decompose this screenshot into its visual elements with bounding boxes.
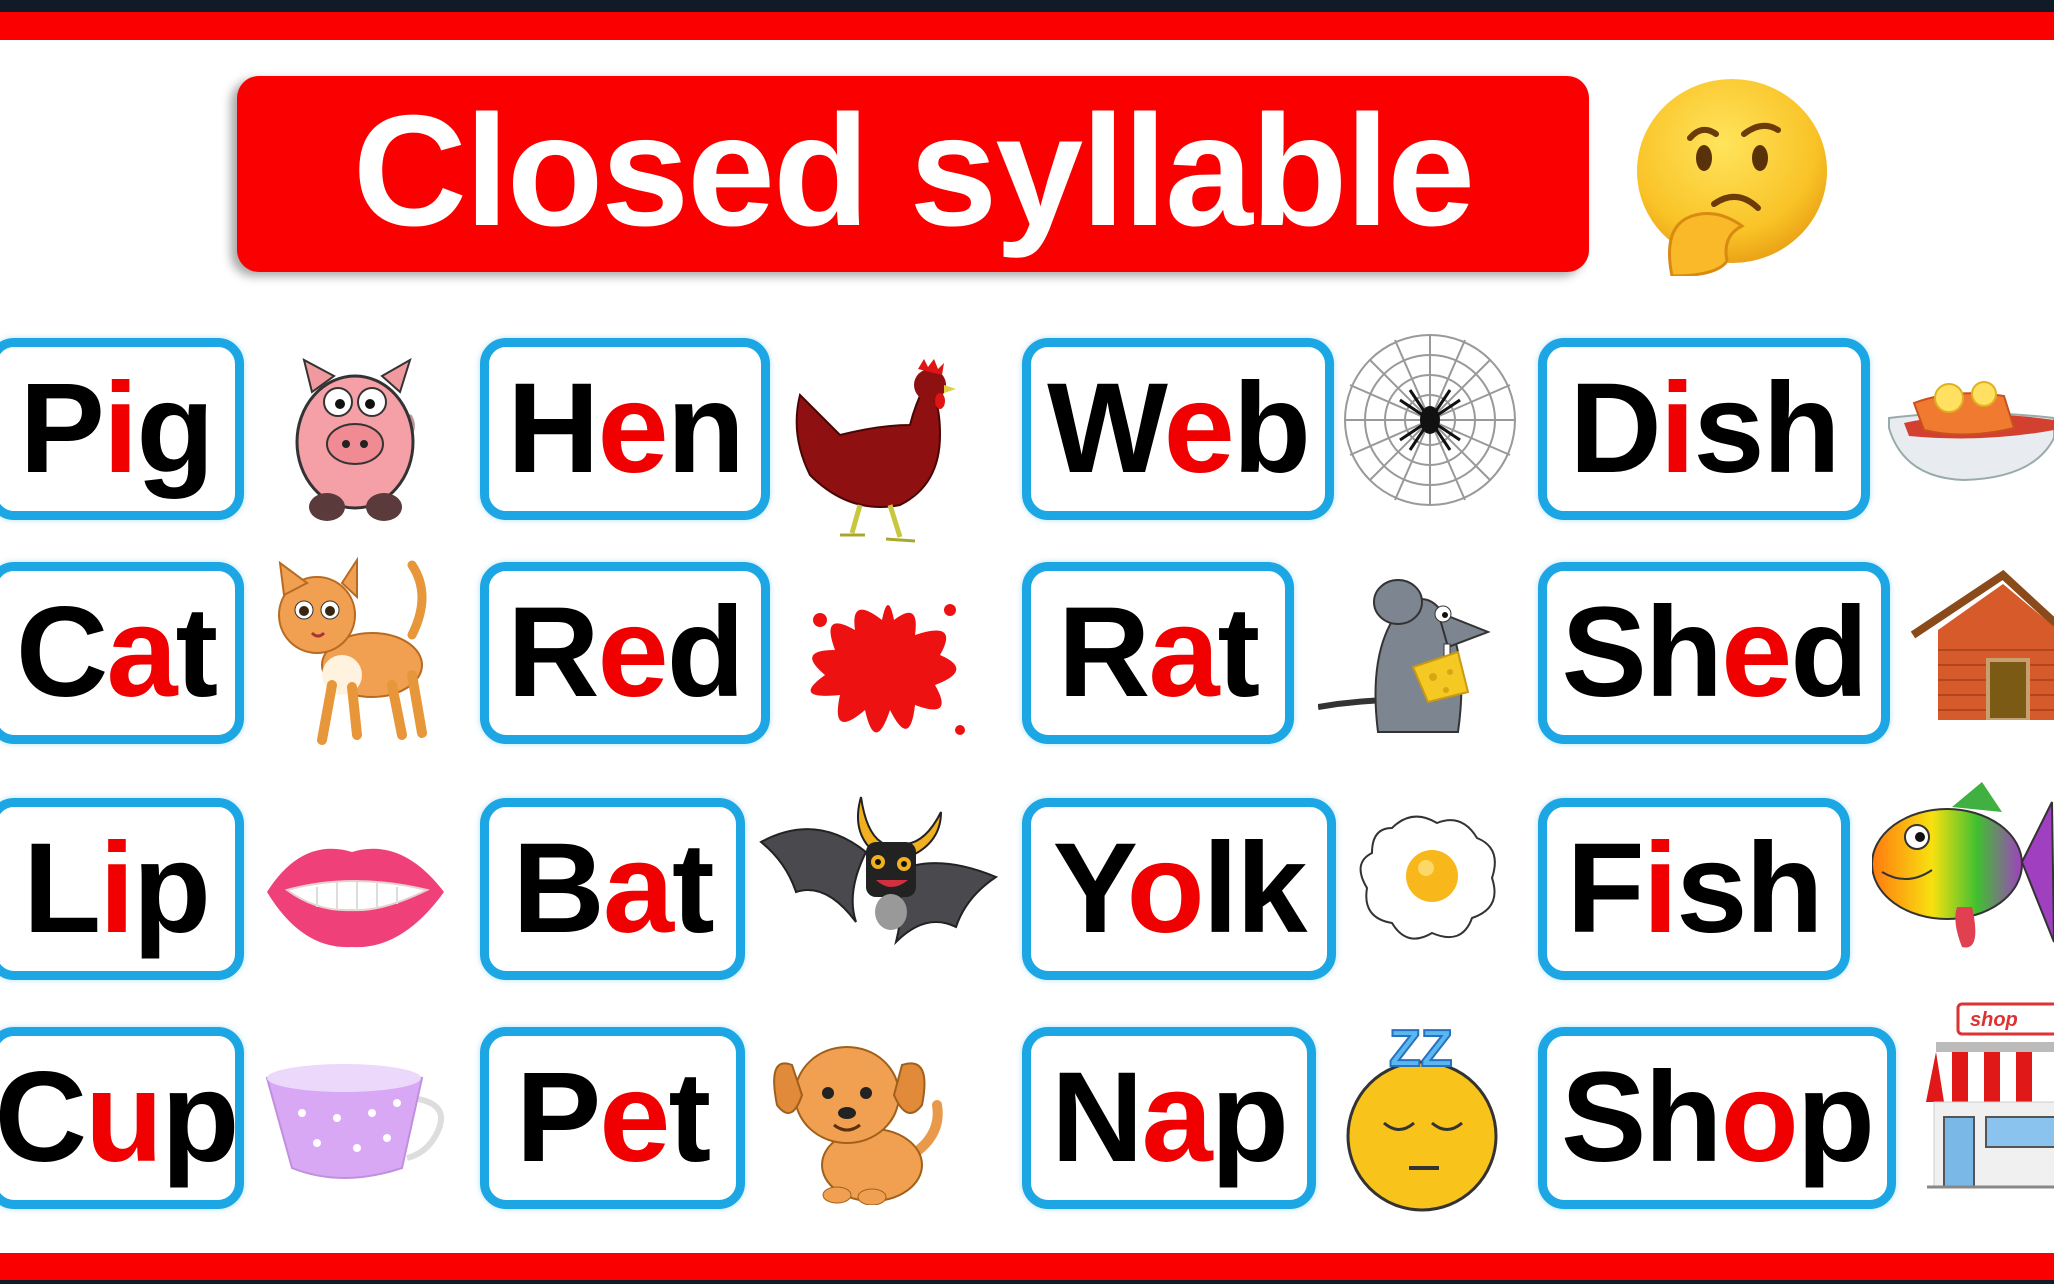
word-card-shop: Shop xyxy=(1538,1027,1896,1209)
word-card-lip: Lip xyxy=(0,798,244,980)
word-card-cat: Cat xyxy=(0,562,244,744)
word-card-dish: Dish xyxy=(1538,338,1870,520)
word-card-shed: Shed xyxy=(1538,562,1890,744)
shop-icon: shop xyxy=(1922,1002,2054,1194)
word-web: Web xyxy=(1047,357,1311,500)
word-card-rat: Rat xyxy=(1022,562,1294,744)
word-cat: Cat xyxy=(15,581,218,724)
word-card-hen: Hen xyxy=(480,338,770,520)
svg-text:shop: shop xyxy=(1970,1009,2018,1031)
word-pig: Pig xyxy=(19,357,214,500)
lips-icon xyxy=(262,832,447,952)
word-shed: Shed xyxy=(1561,581,1869,724)
red-splash-icon xyxy=(790,580,975,755)
cup-icon xyxy=(262,1058,452,1183)
word-card-web: Web xyxy=(1022,338,1334,520)
cat-icon xyxy=(262,555,452,745)
word-card-red: Red xyxy=(480,562,770,744)
fish-icon xyxy=(1872,782,2054,957)
word-cup: Cup xyxy=(0,1046,239,1189)
word-fish: Fish xyxy=(1566,817,1823,960)
dish-icon xyxy=(1884,368,2054,488)
word-card-pig: Pig xyxy=(0,338,244,520)
hen-icon xyxy=(790,355,965,555)
rat-icon xyxy=(1318,572,1503,757)
thinking-face-icon xyxy=(1632,76,1832,276)
top-red-stripe xyxy=(0,12,2054,40)
word-card-pet: Pet xyxy=(480,1027,745,1209)
bottom-red-stripe xyxy=(0,1253,2054,1280)
word-yolk: Yolk xyxy=(1052,817,1308,960)
word-card-bat: Bat xyxy=(480,798,745,980)
word-card-cup: Cup xyxy=(0,1027,244,1209)
word-card-yolk: Yolk xyxy=(1022,798,1336,980)
bottom-frame-bar xyxy=(0,1280,2054,1284)
puppy-icon xyxy=(762,1025,952,1205)
bat-icon xyxy=(756,782,1001,962)
page-title: Closed syllable xyxy=(352,83,1475,259)
pig-icon xyxy=(272,352,437,522)
word-rat: Rat xyxy=(1057,581,1260,724)
word-pet: Pet xyxy=(515,1046,711,1189)
word-card-nap: Nap xyxy=(1022,1027,1316,1209)
word-bat: Bat xyxy=(512,817,714,960)
svg-text:ZZ: ZZ xyxy=(1389,1020,1453,1078)
word-lip: Lip xyxy=(23,817,211,960)
fried-egg-icon xyxy=(1352,808,1504,948)
word-dish: Dish xyxy=(1569,357,1840,500)
word-nap: Nap xyxy=(1051,1046,1289,1189)
word-shop: Shop xyxy=(1561,1046,1875,1189)
word-red: Red xyxy=(507,581,745,724)
shed-icon xyxy=(1908,570,2054,720)
top-frame-bar xyxy=(0,0,2054,12)
word-card-fish: Fish xyxy=(1538,798,1850,980)
title-banner: Closed syllable xyxy=(237,76,1589,272)
spider-web-icon xyxy=(1340,330,1520,510)
word-hen: Hen xyxy=(507,357,745,500)
sleeping-face-icon: ZZ xyxy=(1344,1018,1504,1218)
